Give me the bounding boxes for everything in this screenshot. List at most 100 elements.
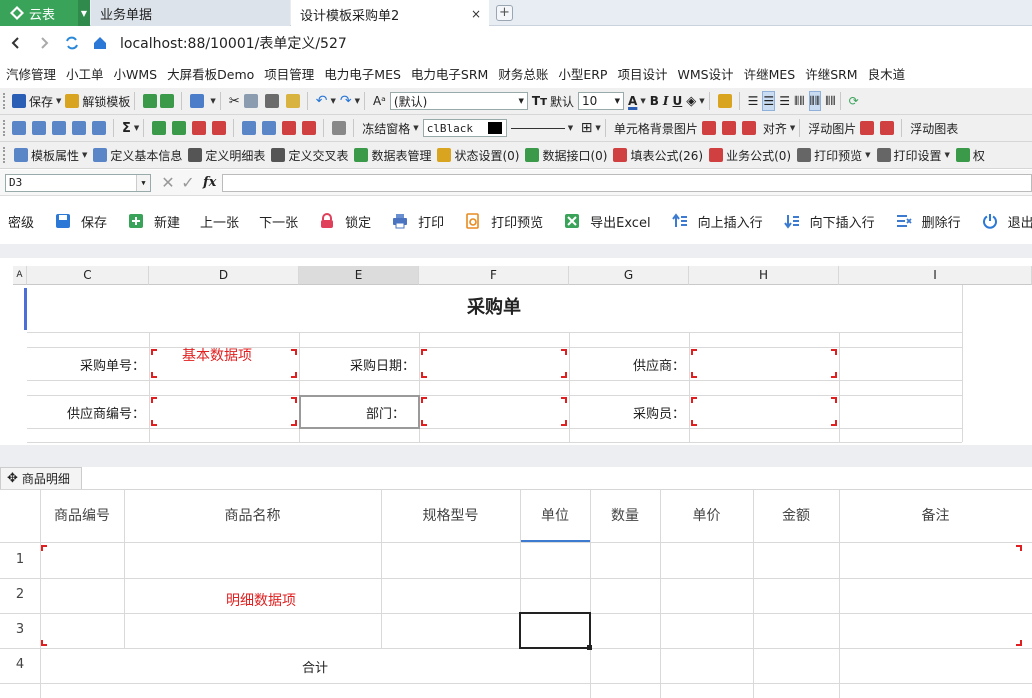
header-amount[interactable]: 金额 <box>753 490 839 542</box>
action-button[interactable]: 上一张 <box>200 212 239 231</box>
toolbar-definition-item[interactable]: 打印设置 ▼ <box>876 145 950 165</box>
border-button[interactable]: ⊞ ▼ <box>581 118 601 138</box>
refresh-icon[interactable] <box>60 31 84 55</box>
merge-buttons[interactable] <box>242 118 319 138</box>
toolbar-definition-item[interactable]: 定义基本信息 <box>93 145 182 165</box>
action-add-button[interactable]: 新建 <box>127 212 180 231</box>
action-insert-up-button[interactable]: 向上插入行 <box>671 212 763 231</box>
percent-button[interactable] <box>332 118 349 138</box>
close-icon[interactable]: × <box>471 7 481 21</box>
barcode-active-button[interactable]: ⦀⦀ <box>808 91 822 111</box>
row-header-1[interactable]: 1 <box>0 552 40 567</box>
copy-button[interactable] <box>243 91 261 111</box>
cell-reference-box[interactable]: D3 ▼ <box>5 173 151 192</box>
action-exit-button[interactable]: 退出 <box>981 212 1032 231</box>
bookmark-item[interactable]: 项目设计 <box>617 64 667 83</box>
float-image-button[interactable]: 浮动图片 <box>808 118 856 138</box>
cancel-icon[interactable]: ✕ <box>159 173 177 192</box>
float-chart-button[interactable]: 浮动图表 <box>910 118 958 138</box>
row-header-4[interactable]: 4 <box>0 657 40 672</box>
refresh-sheet-button[interactable]: ⟳ <box>849 91 859 111</box>
detail-sheet-tab[interactable]: ✥ 商品明细 <box>0 467 82 489</box>
row-col-buttons[interactable] <box>152 118 229 138</box>
bookmark-item[interactable]: 小型ERP <box>558 64 607 83</box>
corner-header[interactable]: A <box>13 266 27 285</box>
header-price[interactable]: 单价 <box>660 490 753 542</box>
bookmark-item[interactable]: 许继SRM <box>805 64 857 83</box>
selected-cell[interactable] <box>519 612 592 650</box>
selected-cell-e4[interactable] <box>299 395 420 429</box>
barcode-button[interactable]: ⦀⦀ <box>794 91 805 111</box>
bookmark-item[interactable]: 小WMS <box>114 64 158 83</box>
bookmark-item[interactable]: 小工单 <box>66 64 104 83</box>
unlock-template-button[interactable]: 解锁模板 <box>65 91 130 111</box>
bookmark-item[interactable]: 电力电子SRM <box>411 64 488 83</box>
header-product-name[interactable]: 商品名称 <box>124 490 381 542</box>
redo-button[interactable]: ↷ ▼ <box>340 91 360 111</box>
chevron-down-icon[interactable]: ▼ <box>136 174 150 191</box>
toolbar-definition-item[interactable]: 权 <box>955 145 985 165</box>
bookmark-item[interactable]: 汽修管理 <box>6 64 56 83</box>
action-save-button[interactable]: 保存 <box>54 212 107 231</box>
image-buttons[interactable] <box>701 118 759 138</box>
toolbar-definition-item[interactable]: 填表公式(26) <box>613 145 703 165</box>
bold-button[interactable]: B <box>650 91 659 111</box>
column-header-e[interactable]: E <box>299 266 419 285</box>
cut-button[interactable]: ✂ <box>229 91 240 111</box>
undo-button[interactable]: ↶ ▼ <box>316 91 336 111</box>
toolbar-definition-item[interactable]: 状态设置(0) <box>437 145 519 165</box>
column-header-i[interactable]: I <box>839 266 1032 285</box>
header-remark[interactable]: 备注 <box>839 490 1032 542</box>
column-header-g[interactable]: G <box>569 266 689 285</box>
freeze-panes-button[interactable]: 冻结窗格 ▼ <box>362 118 418 138</box>
underline-button[interactable]: U <box>673 91 683 111</box>
header-quantity[interactable]: 数量 <box>590 490 660 542</box>
home-icon[interactable] <box>88 31 112 55</box>
grid-buttons[interactable] <box>12 118 109 138</box>
toolbar-definition-item[interactable]: 打印预览 ▼ <box>797 145 871 165</box>
bookmark-item[interactable]: 良木道 <box>868 64 906 83</box>
bookmark-item[interactable]: 大屏看板Demo <box>167 64 254 83</box>
action-button[interactable]: 下一张 <box>259 212 298 231</box>
header-spec[interactable]: 规格型号 <box>381 490 520 542</box>
format-painter-button[interactable] <box>285 91 303 111</box>
bookmark-item[interactable]: 项目管理 <box>264 64 314 83</box>
toolbar-icon-1[interactable] <box>143 91 177 111</box>
header-unit[interactable]: 单位 <box>520 490 590 542</box>
bookmark-item[interactable]: 电力电子MES <box>324 64 401 83</box>
fx-icon[interactable]: fx <box>203 175 216 190</box>
font-default-button[interactable]: Tт 默认 <box>532 91 574 111</box>
tab-purchase-template[interactable]: 设计模板采购单2 × <box>291 0 489 26</box>
column-header-d[interactable]: D <box>149 266 299 285</box>
toolbar-definition-item[interactable]: 数据表管理 <box>354 145 431 165</box>
row-header-3[interactable]: 3 <box>0 622 40 637</box>
font-color-button[interactable]: A ▼ <box>628 91 646 111</box>
align-left-button[interactable]: ☰ <box>748 91 759 111</box>
app-tab[interactable]: 云表 <box>0 0 78 26</box>
action-preview-button[interactable]: 打印预览 <box>464 212 543 231</box>
action-print-button[interactable]: 打印 <box>391 212 444 231</box>
toolbar-definition-item[interactable]: 定义交叉表 <box>271 145 348 165</box>
toolbar-definition-item[interactable]: 数据接口(0) <box>525 145 607 165</box>
barcode2-button[interactable]: ⦀⦀ <box>825 91 836 111</box>
font-size-select[interactable]: 10 ▼ <box>578 92 625 110</box>
align-right-button[interactable]: ☰ <box>779 91 790 111</box>
float-image-icons[interactable] <box>860 118 897 138</box>
action-excel-button[interactable]: 导出Excel <box>563 212 651 231</box>
action-delete-row-button[interactable]: 删除行 <box>895 212 961 231</box>
action-insert-down-button[interactable]: 向下插入行 <box>783 212 875 231</box>
confirm-icon[interactable]: ✓ <box>179 173 197 192</box>
row-header-2[interactable]: 2 <box>0 587 40 602</box>
new-tab-button[interactable]: + <box>496 5 513 21</box>
move-icon[interactable]: ✥ <box>7 471 18 486</box>
app-menu-chevron-icon[interactable]: ▼ <box>78 0 90 26</box>
toolbar-definition-item[interactable]: 定义明细表 <box>188 145 265 165</box>
import-button[interactable]: ▼ <box>190 91 216 111</box>
font-family-select[interactable]: (默认) ▼ <box>389 92 528 110</box>
align-center-button[interactable]: ☰ <box>762 91 776 111</box>
align-button[interactable]: 对齐 ▼ <box>763 118 795 138</box>
protect-button[interactable] <box>717 91 735 111</box>
bookmark-item[interactable]: 许继MES <box>744 64 796 83</box>
save-button[interactable]: 保存 ▼ <box>12 91 61 111</box>
address-bar[interactable]: localhost:88/10001/表单定义/527 <box>120 33 347 53</box>
